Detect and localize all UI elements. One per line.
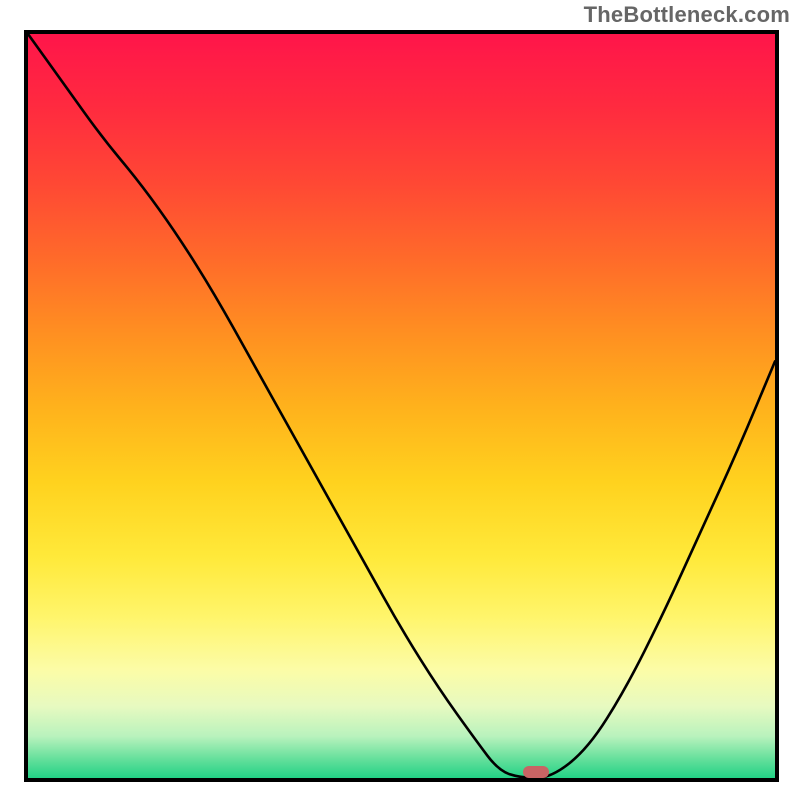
chart-container: TheBottleneck.com — [0, 0, 800, 800]
watermark-text: TheBottleneck.com — [584, 2, 790, 28]
plot-area — [24, 30, 779, 782]
optimal-marker — [523, 766, 549, 778]
curve-svg — [28, 34, 775, 778]
bottleneck-curve-path — [28, 34, 775, 778]
